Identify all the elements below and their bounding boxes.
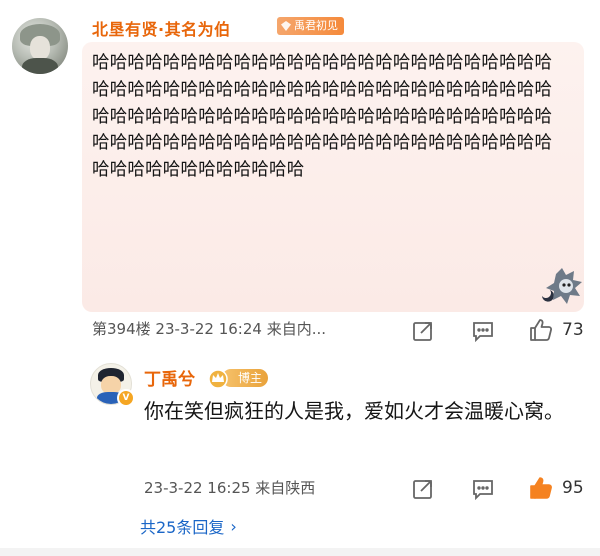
chevron-right-icon: ›	[230, 516, 237, 536]
view-all-replies-link[interactable]: 共25条回复 ›	[140, 514, 237, 538]
comment-author[interactable]: 北垦有贤·其名为伯	[92, 16, 231, 40]
like-icon	[530, 319, 553, 341]
comment-icon	[473, 480, 493, 500]
comment-icon	[473, 322, 493, 342]
fan-badge-label: 禹君初见	[294, 19, 338, 32]
like-filled-icon	[530, 477, 552, 499]
fan-badge[interactable]: 禹君初见	[277, 17, 344, 35]
reply-text: 你在笑但疯狂的人是我，爱如火才会温暖心窝。	[144, 399, 564, 423]
verified-icon: V	[117, 389, 135, 407]
like-count: 95	[562, 478, 584, 498]
comment-button[interactable]	[470, 318, 496, 344]
share-icon	[413, 480, 432, 499]
diamond-icon	[281, 21, 291, 31]
crown-icon	[208, 369, 228, 388]
reply-meta: 23-3-22 16:25 来自陕西	[144, 479, 316, 497]
comment-text: 哈哈哈哈哈哈哈哈哈哈哈哈哈哈哈哈哈哈哈哈哈哈哈哈哈哈哈哈哈哈哈哈哈哈哈哈哈哈哈哈…	[92, 53, 553, 181]
like-count: 73	[562, 320, 584, 340]
sticker-icon	[542, 268, 582, 304]
like-button[interactable]	[526, 473, 556, 503]
like-button[interactable]	[526, 315, 556, 345]
comment-button[interactable]	[470, 476, 496, 502]
comment-meta: 第394楼 23-3-22 16:24 来自内...	[92, 320, 327, 338]
reply-author[interactable]: 丁禹兮	[144, 365, 195, 390]
share-icon	[413, 322, 432, 341]
view-all-replies-label: 共25条回复	[140, 518, 225, 537]
share-button[interactable]	[410, 318, 436, 344]
divider	[0, 548, 600, 556]
share-button[interactable]	[410, 476, 436, 502]
avatar[interactable]	[12, 18, 68, 74]
